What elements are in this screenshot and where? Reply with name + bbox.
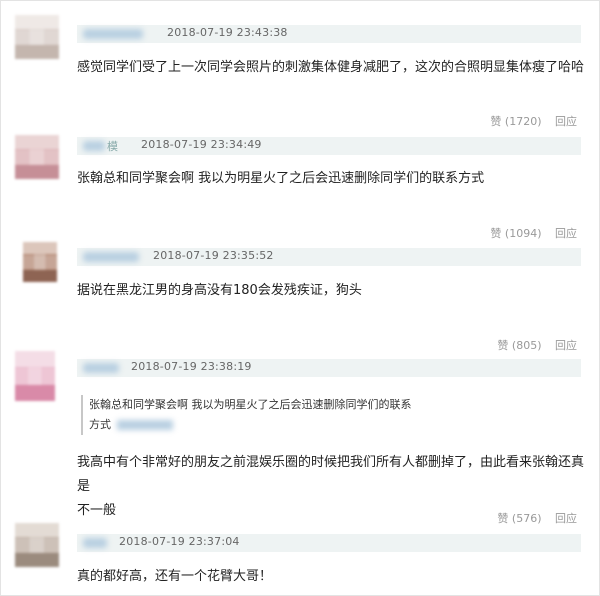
reply-button[interactable]: 回应 xyxy=(555,339,577,352)
quoted-username[interactable] xyxy=(117,420,173,430)
username[interactable] xyxy=(83,252,139,262)
comment-text: 真的都好高，还有一个花臂大哥！ xyxy=(77,569,273,584)
comment-header: 模 2018-07-19 23:34:49 xyxy=(77,137,581,155)
reply-button[interactable]: 回应 xyxy=(555,512,577,525)
comment-actions: 赞 (1720) 回应 xyxy=(480,113,577,129)
avatar[interactable] xyxy=(23,242,57,282)
comment-timestamp: 2018-07-19 23:34:49 xyxy=(141,138,262,151)
like-button[interactable]: 赞 (1094) xyxy=(490,227,541,240)
comment-header: 2018-07-19 23:43:38 xyxy=(77,25,581,43)
comment-list: 2018-07-19 23:43:38 感觉同学们受了上一次同学会照片的刺激集体… xyxy=(0,0,600,596)
like-button[interactable]: 赞 (1720) xyxy=(490,115,541,128)
quote-text-line: 张翰总和同学聚会啊 我以为明星火了之后会迅速删除同学们的联系 xyxy=(89,398,412,411)
comment-actions: 赞 (1094) 回应 xyxy=(480,225,577,241)
username[interactable] xyxy=(83,29,143,39)
like-button[interactable]: 赞 (805) xyxy=(497,339,541,352)
avatar[interactable] xyxy=(15,523,59,567)
username-fragment: 模 xyxy=(107,140,119,153)
comment-timestamp: 2018-07-19 23:35:52 xyxy=(153,249,274,262)
comment-header: 2018-07-19 23:38:19 xyxy=(77,359,581,377)
comment-text-line: 我高中有个非常好的朋友之前混娱乐圈的时候把我们所有人都删掉了，由此看来张翰还真是 xyxy=(77,455,585,494)
comment-timestamp: 2018-07-19 23:38:19 xyxy=(131,360,252,373)
avatar[interactable] xyxy=(15,351,55,401)
comment-text: 张翰总和同学聚会啊 我以为明星火了之后会迅速删除同学们的联系方式 xyxy=(77,171,485,186)
avatar[interactable] xyxy=(15,15,59,59)
comment-timestamp: 2018-07-19 23:37:04 xyxy=(119,535,240,548)
avatar[interactable] xyxy=(15,135,59,179)
comment-header: 2018-07-19 23:37:04 xyxy=(77,534,581,552)
comment-actions: 赞 (805) 回应 xyxy=(487,337,577,353)
reply-button[interactable]: 回应 xyxy=(555,115,577,128)
comment-timestamp: 2018-07-19 23:43:38 xyxy=(167,26,288,39)
quote-text-line: 方式 xyxy=(89,418,111,431)
quoted-reply: 张翰总和同学聚会啊 我以为明星火了之后会迅速删除同学们的联系 方式 xyxy=(81,395,469,435)
comment-header: 2018-07-19 23:35:52 xyxy=(77,248,581,266)
username[interactable] xyxy=(83,363,119,373)
like-button[interactable]: 赞 (576) xyxy=(497,512,541,525)
comment-text: 据说在黑龙江男的身高没有180会发残疾证，狗头 xyxy=(77,283,362,298)
comment-actions: 赞 (576) 回应 xyxy=(487,510,577,526)
username[interactable] xyxy=(83,141,105,151)
comment-text: 感觉同学们受了上一次同学会照片的刺激集体健身减肥了，这次的合照明显集体瘦了哈哈 xyxy=(77,60,585,75)
username[interactable] xyxy=(83,538,107,548)
reply-button[interactable]: 回应 xyxy=(555,227,577,240)
